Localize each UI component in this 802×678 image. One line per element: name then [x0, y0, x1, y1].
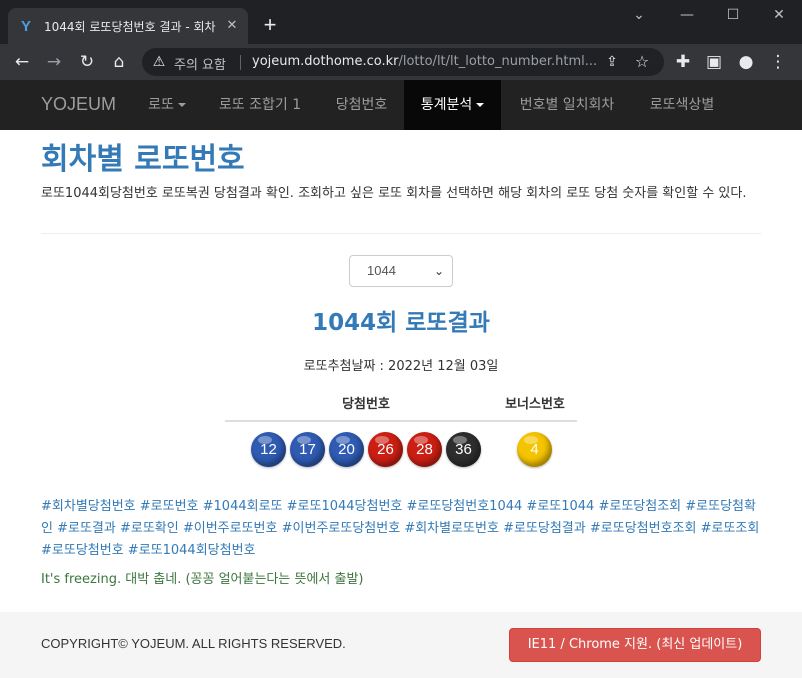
- winning-ball: 28: [407, 432, 442, 467]
- winning-ball: 20: [329, 432, 364, 467]
- header-rule: [225, 420, 577, 422]
- chevron-down-icon: ⌄: [433, 264, 444, 278]
- hashtag-link[interactable]: #로또당첨번호: [41, 543, 124, 558]
- hashtag-link[interactable]: #로또번호: [140, 499, 199, 514]
- address-divider: [240, 55, 241, 70]
- nav-item-statistics[interactable]: 통계분석: [404, 80, 501, 130]
- site-footer: COPYRIGHT© YOJEUM. ALL RIGHTS RESERVED. …: [0, 612, 802, 678]
- nav-item-color[interactable]: 로또색상별: [633, 80, 731, 130]
- browser-titlebar: Y 1044회 로또당첨번호 결과 - 회차 ✕ + ⌄ — ☐ ✕: [0, 0, 802, 44]
- forward-icon[interactable]: →: [42, 50, 66, 74]
- nav-item-number-match[interactable]: 번호별 일치회차: [501, 80, 633, 130]
- profile-icon[interactable]: ●: [734, 50, 758, 74]
- winning-ball: 26: [368, 432, 403, 467]
- bonus-number-header: 보너스번호: [505, 397, 565, 412]
- tab-title: 1044회 로또당첨번호 결과 - 회차: [44, 19, 216, 34]
- draw-date: 로또추첨날짜 : 2022년 12월 03일: [303, 359, 499, 374]
- nav-item-lotto[interactable]: 로또: [131, 80, 203, 130]
- minimize-icon[interactable]: —: [664, 0, 710, 30]
- tab-search-icon[interactable]: ⌄: [616, 0, 662, 30]
- site-brand[interactable]: YOJEUM: [41, 94, 116, 115]
- hashtag-link[interactable]: #로또결과: [57, 521, 116, 536]
- site-favicon-icon: Y: [20, 17, 31, 35]
- chevron-down-icon: [177, 103, 186, 107]
- hashtag-link[interactable]: #1044회로또: [203, 499, 283, 514]
- winning-ball: 12: [251, 432, 286, 467]
- intro-text: 로또1044회당첨번호 로또복권 당첨결과 확인. 조회하고 싶은 로또 회차를…: [41, 186, 747, 201]
- saying-text: It's freezing. 대박 춥네. (꽁꽁 얼어붙는다는 뜻에서 출발): [41, 572, 364, 587]
- star-icon[interactable]: ☆: [632, 52, 652, 72]
- winning-ball: 17: [290, 432, 325, 467]
- back-icon[interactable]: ←: [10, 50, 34, 74]
- nav-item-winning-numbers[interactable]: 당첨번호: [318, 80, 405, 130]
- warning-icon[interactable]: ⚠: [150, 53, 168, 71]
- winning-ball: 36: [446, 432, 481, 467]
- site-navbar: YOJEUM 로또 로또 조합기 1 당첨번호 통계분석 번호별 일치회차 로또…: [0, 80, 802, 130]
- result-title: 1044회 로또결과: [312, 310, 490, 336]
- security-status[interactable]: 주의 요함: [174, 54, 226, 73]
- browser-support-button[interactable]: IE11 / Chrome 지원. (최신 업데이트): [509, 628, 761, 662]
- hashtag-link[interactable]: #로또당첨결과: [503, 521, 586, 536]
- hashtag-link[interactable]: #이번주로또당첨번호: [282, 521, 401, 536]
- hashtag-link[interactable]: #로또조회: [701, 521, 760, 536]
- address-bar[interactable]: ⚠ 주의 요함 yojeum.dothome.co.kr/lotto/lt/lt…: [142, 48, 664, 76]
- chevron-down-icon: [476, 103, 485, 107]
- hashtag-link[interactable]: #회차별당첨번호: [41, 499, 136, 514]
- hashtag-link[interactable]: #로또1044: [526, 499, 594, 514]
- hashtag-link[interactable]: #로또당첨번호조회: [590, 521, 697, 536]
- divider: [41, 233, 761, 234]
- window-close-icon[interactable]: ✕: [756, 0, 802, 30]
- hashtag-link[interactable]: #로또1044회당첨번호: [128, 543, 256, 558]
- home-icon[interactable]: ⌂: [107, 50, 131, 74]
- copyright-text: COPYRIGHT© YOJEUM. ALL RIGHTS RESERVED.: [41, 636, 346, 651]
- reload-icon[interactable]: ↻: [75, 50, 99, 74]
- hashtag-link[interactable]: #회차별로또번호: [404, 521, 499, 536]
- hashtag-link[interactable]: #로또당첨조회: [598, 499, 681, 514]
- hashtag-link[interactable]: #로또1044당첨번호: [287, 499, 403, 514]
- nav-item-combinator[interactable]: 로또 조합기 1: [203, 80, 317, 130]
- maximize-icon[interactable]: ☐: [710, 0, 756, 30]
- sidepanel-icon[interactable]: ▣: [702, 50, 726, 74]
- hashtag-list: #회차별당첨번호 #로또번호 #1044회로또 #로또1044당첨번호 #로또당…: [41, 496, 763, 562]
- browser-toolbar: ← → ↻ ⌂ ⚠ 주의 요함 yojeum.dothome.co.kr/lot…: [0, 44, 802, 80]
- share-icon[interactable]: ⇪: [602, 52, 622, 72]
- hashtag-link[interactable]: #로또당첨번호1044: [407, 499, 523, 514]
- bonus-ball: 4: [517, 432, 552, 467]
- page-title: 회차별 로또번호: [41, 142, 245, 177]
- new-tab-button[interactable]: +: [258, 14, 282, 38]
- tab-close-icon[interactable]: ✕: [224, 18, 240, 34]
- round-select[interactable]: 1044 ⌄: [349, 255, 453, 287]
- browser-tab[interactable]: Y 1044회 로또당첨번호 결과 - 회차 ✕: [8, 8, 248, 44]
- url-text[interactable]: yojeum.dothome.co.kr/lotto/lt/lt_lotto_n…: [252, 54, 598, 69]
- hashtag-link[interactable]: #로또확인: [120, 521, 179, 536]
- winning-numbers-header: 당첨번호: [342, 397, 390, 412]
- extensions-icon[interactable]: ✚: [671, 50, 695, 74]
- menu-icon[interactable]: ⋮: [766, 50, 790, 74]
- hashtag-link[interactable]: #이번주로또번호: [183, 521, 278, 536]
